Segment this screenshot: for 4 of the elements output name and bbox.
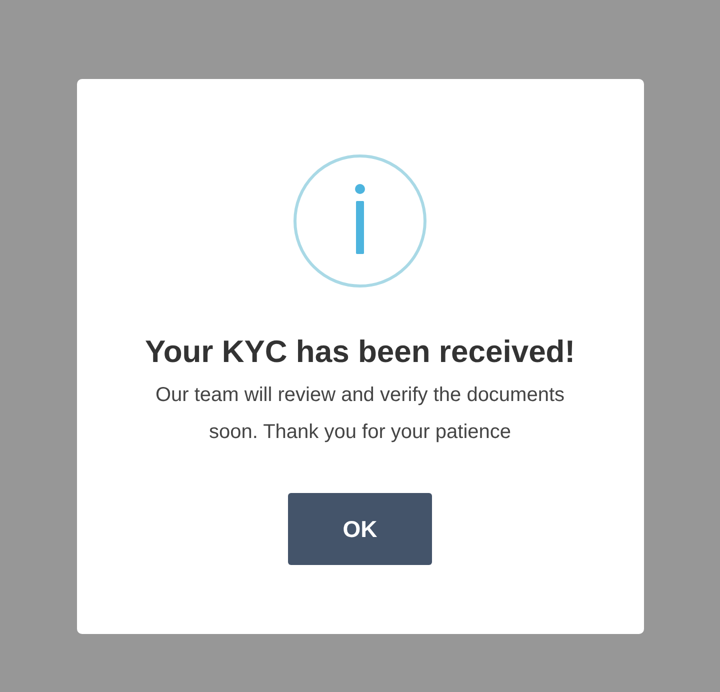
- dialog-title: Your KYC has been received!: [144, 333, 576, 371]
- dialog-message: Our team will review and verify the documents soon. Thank you for your patience: [154, 383, 566, 445]
- info-icon: [293, 154, 427, 288]
- ok-button[interactable]: OK: [288, 493, 432, 565]
